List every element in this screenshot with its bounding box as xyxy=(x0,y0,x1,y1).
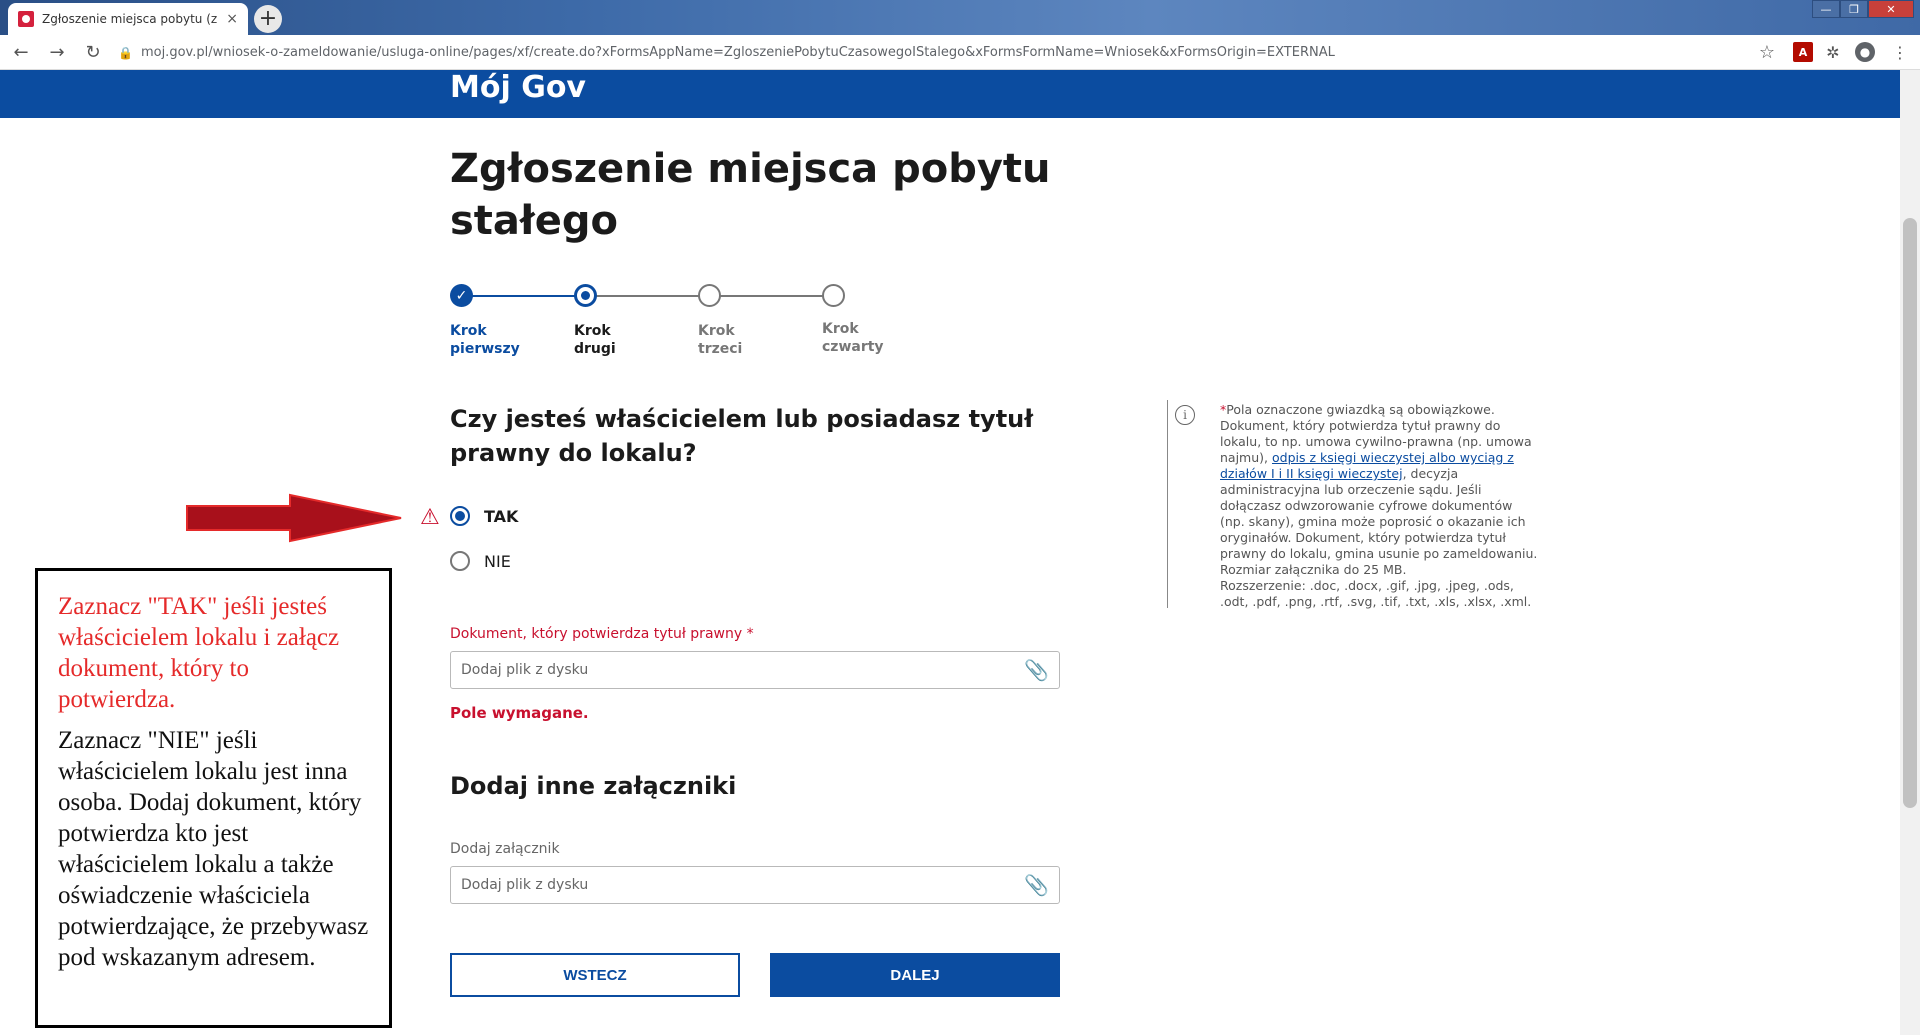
pdf-extension-icon[interactable]: A xyxy=(1793,42,1813,62)
document-file-input[interactable]: Dodaj plik z dysku 📎 xyxy=(450,651,1060,689)
attachment-field-label: Dodaj załącznik xyxy=(450,841,560,857)
radio-button-nie[interactable] xyxy=(450,551,470,571)
step-label-2: Krok drugi xyxy=(574,322,654,358)
step-label-line1: Krok xyxy=(822,321,859,337)
step-label-3: Krok trzeci xyxy=(698,322,778,358)
extensions-puzzle-icon[interactable]: ✲ xyxy=(1823,42,1843,62)
screen: Zgłoszenie miejsca pobytu (zame × + — ❐ … xyxy=(0,0,1920,1035)
document-file-placeholder: Dodaj plik z dysku xyxy=(461,662,589,678)
info-divider xyxy=(1167,400,1168,608)
address-bar[interactable]: 🔒 moj.gov.pl/wniosek-o-zameldowanie/uslu… xyxy=(110,39,1785,66)
back-icon[interactable]: ← xyxy=(6,37,36,67)
step-1-done-checkmark-icon: ✓ xyxy=(450,284,473,307)
ownership-question: Czy jesteś właścicielem lub posiadasz ty… xyxy=(450,405,1034,467)
document-field-label: Dokument, który potwierdza tytuł prawny … xyxy=(450,626,754,642)
bookmark-star-icon[interactable]: ☆ xyxy=(1759,42,1775,63)
kebab-menu-icon[interactable]: ⋮ xyxy=(1890,42,1910,62)
address-url[interactable]: moj.gov.pl/wniosek-o-zameldowanie/usluga… xyxy=(141,45,1335,60)
scrollbar-thumb[interactable] xyxy=(1903,218,1917,808)
attachment-file-input[interactable]: Dodaj plik z dysku 📎 xyxy=(450,866,1060,904)
info-extensions: Rozszerzenie: .doc, .docx, .gif, .jpg, .… xyxy=(1220,578,1532,609)
required-field-error: Pole wymagane. xyxy=(450,704,589,722)
annotation-red-text: Zaznacz "TAK" jeśli jesteś właścicielem … xyxy=(58,593,340,713)
window-close-button[interactable]: ✕ xyxy=(1868,0,1914,18)
page-title: Zgłoszenie miejsca pobytu stałego xyxy=(450,146,1051,244)
profile-avatar-icon[interactable]: ● xyxy=(1855,42,1875,62)
radio-button-tak[interactable] xyxy=(450,506,470,526)
attachment-file-placeholder: Dodaj plik z dysku xyxy=(461,877,589,893)
maximize-button[interactable]: ❐ xyxy=(1840,0,1868,18)
info-help-text: *Pola oznaczone gwiazdką są obowiązkowe.… xyxy=(1220,402,1540,610)
next-button[interactable]: DALEJ xyxy=(770,953,1060,997)
site-logo[interactable]: Mój Gov xyxy=(450,70,586,106)
radio-label-nie: NIE xyxy=(484,551,511,571)
warning-triangle-icon: ⚠ xyxy=(420,505,440,530)
step-4-indicator xyxy=(822,284,845,307)
browser-tab[interactable]: Zgłoszenie miejsca pobytu (zame × xyxy=(8,3,248,35)
annotation-box: Zaznacz "TAK" jeśli jesteś właścicielem … xyxy=(35,568,392,1028)
step-label-line2: drugi xyxy=(574,341,616,357)
site-header: Mój Gov xyxy=(0,70,1900,118)
window-controls: — ❐ ✕ xyxy=(1812,0,1914,18)
browser-toolbar: ← → ↻ 🔒 moj.gov.pl/wniosek-o-zameldowani… xyxy=(0,35,1920,70)
new-tab-button[interactable]: + xyxy=(254,5,282,33)
step-connector xyxy=(462,295,586,297)
step-label-1: Krok pierwszy xyxy=(450,322,530,358)
paperclip-icon[interactable]: 📎 xyxy=(1024,873,1049,897)
back-button[interactable]: WSTECZ xyxy=(450,953,740,997)
annotation-black-text: Zaznacz "NIE" jeśli właścicielem lokalu … xyxy=(58,727,369,971)
favicon-icon xyxy=(18,11,34,27)
page-scrollbar[interactable] xyxy=(1900,70,1920,1035)
tab-close-icon[interactable]: × xyxy=(226,11,238,27)
step-3-indicator xyxy=(698,284,721,307)
step-label-line1: Krok xyxy=(698,323,735,339)
info-size-limit: Rozmiar załącznika do 25 MB. xyxy=(1220,562,1407,577)
step-label-line2: czwarty xyxy=(822,339,884,355)
minimize-button[interactable]: — xyxy=(1812,0,1840,18)
step-label-line1: Krok xyxy=(574,323,611,339)
radio-label-tak: TAK xyxy=(484,506,519,526)
forward-icon[interactable]: → xyxy=(42,37,72,67)
step-label-4: Krok czwarty xyxy=(822,320,902,356)
radio-option-nie[interactable]: NIE xyxy=(450,551,511,571)
lock-icon: 🔒 xyxy=(118,45,133,60)
radio-option-tak[interactable]: TAK xyxy=(450,506,518,526)
step-2-active-indicator xyxy=(574,284,597,307)
tab-title: Zgłoszenie miejsca pobytu (zame xyxy=(42,12,218,26)
info-icon: i xyxy=(1175,405,1195,425)
paperclip-icon[interactable]: 📎 xyxy=(1024,658,1049,682)
browser-tab-bar: Zgłoszenie miejsca pobytu (zame × + — ❐ … xyxy=(0,0,1920,35)
step-label-line2: trzeci xyxy=(698,341,743,357)
other-attachments-heading: Dodaj inne załączniki xyxy=(450,772,737,800)
progress-stepper: ✓ Krok pierwszy Krok drugi Krok trzeci K… xyxy=(450,284,900,364)
step-label-line1: Krok xyxy=(450,323,487,339)
reload-icon[interactable]: ↻ xyxy=(78,37,108,67)
annotation-arrow-icon xyxy=(186,493,402,543)
step-label-line2: pierwszy xyxy=(450,341,520,357)
